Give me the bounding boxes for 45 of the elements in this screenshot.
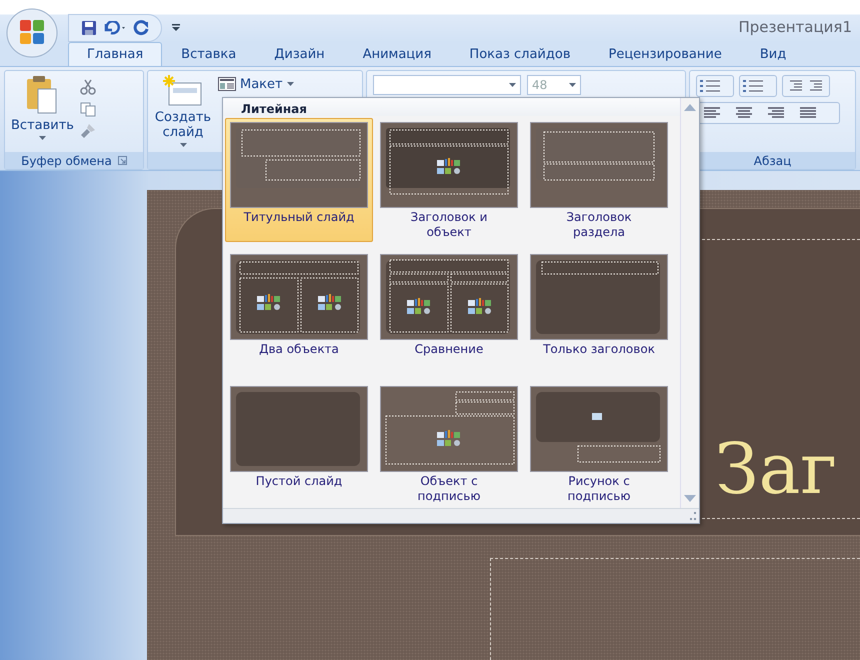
ribbon-tab[interactable]: Рецензирование [590,42,741,66]
caret-icon[interactable] [569,83,576,87]
paste-button[interactable]: Вставить [11,75,74,148]
dialog-launcher-icon[interactable] [118,156,127,165]
ribbon-tab[interactable]: Показ слайдов [450,42,590,66]
new-slide-icon [163,75,203,107]
layout-option[interactable]: Два объекта [225,250,373,374]
layout-option[interactable]: Рисунок с подписью [525,382,673,506]
copy-icon[interactable] [80,101,96,117]
caret-icon[interactable] [180,143,186,147]
resize-grip-icon[interactable] [688,512,696,520]
indent-button[interactable] [782,75,830,97]
layout-option[interactable]: Объект с подписью [375,382,523,506]
ribbon-tab[interactable]: Вставка [162,42,256,66]
undo-icon[interactable] [103,21,127,35]
layout-option[interactable]: Только заголовок [525,250,673,374]
caret-icon[interactable] [286,82,294,86]
brush-icon[interactable] [80,123,96,139]
customize-menu-icon[interactable] [172,23,180,32]
ribbon-tab[interactable]: Анимация [344,42,450,66]
ribbon-tab[interactable]: Дизайн [255,42,344,66]
layout-option[interactable]: Титульный слайд [225,118,373,242]
gallery-heading: Литейная [223,98,680,116]
caret-icon[interactable] [38,136,46,140]
bullets-button[interactable] [696,75,734,97]
layout-option[interactable]: Заголовок раздела [525,118,673,242]
layout-option[interactable]: Сравнение [375,250,523,374]
layout-icon [218,77,236,91]
cut-icon[interactable] [80,79,96,95]
font-field[interactable] [373,75,521,95]
slide-title: Заг [715,430,838,508]
layout-option[interactable]: Пустой слайд [225,382,373,506]
group-label: Буфер обмена [21,154,112,168]
window-title: Презентация1 [738,18,852,38]
layout-option[interactable]: Заголовок и объект [375,118,523,242]
ribbon-tab[interactable]: Вид [740,42,806,66]
caret-icon[interactable] [509,83,516,87]
new-slide-button[interactable]: Создать слайд [154,75,212,148]
clipboard-icon [25,75,60,115]
layout-button[interactable]: Макет [218,75,294,93]
save-icon[interactable] [81,20,97,36]
redo-icon[interactable] [133,20,149,36]
group-label: Абзац [754,154,792,168]
numbering-button[interactable] [739,75,777,97]
ribbon-tab[interactable]: Главная [68,42,162,66]
